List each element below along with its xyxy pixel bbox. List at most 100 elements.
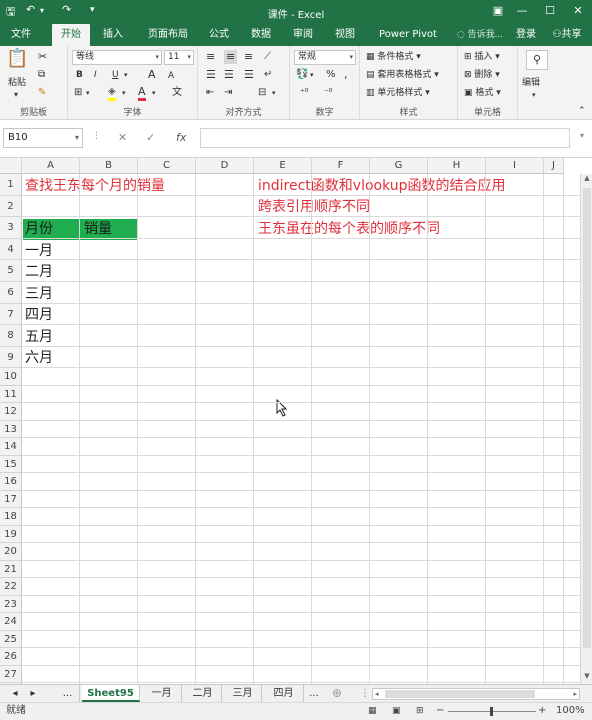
scroll-up-icon[interactable]: ▲	[582, 174, 592, 186]
align-top-icon[interactable]: ≡	[206, 50, 215, 64]
row-header-6[interactable]: 6	[0, 282, 22, 304]
align-right-icon[interactable]: ☰	[244, 68, 254, 82]
increase-decimal-icon[interactable]: ⁺⁰	[300, 86, 308, 100]
row-header-15[interactable]: 15	[0, 455, 22, 474]
sheet-more-left[interactable]: ...	[56, 685, 80, 702]
wrap-text-icon[interactable]: ↵	[264, 68, 272, 82]
percent-style-button[interactable]: %	[326, 68, 336, 82]
add-sheet-icon[interactable]: ⊕	[328, 685, 346, 702]
zoom-level[interactable]: 100%	[556, 703, 585, 719]
name-box[interactable]: B10 ▾	[3, 128, 83, 148]
row-header-7[interactable]: 7	[0, 303, 22, 326]
horizontal-scroll-thumb[interactable]	[385, 690, 535, 698]
sheet-tab-sheet95[interactable]: Sheet95	[82, 685, 140, 702]
font-color-dropdown-icon[interactable]: ▾	[152, 86, 156, 100]
zoom-slider-thumb[interactable]	[490, 707, 493, 716]
row-header-24[interactable]: 24	[0, 613, 22, 631]
cell-A6[interactable]: 三月	[25, 284, 53, 304]
page-layout-view-icon[interactable]: ▣	[392, 703, 401, 719]
cell-A4[interactable]: 一月	[25, 241, 53, 261]
cell-A9[interactable]: 六月	[25, 348, 53, 368]
orientation-icon[interactable]: ⟋	[264, 50, 271, 64]
sheet-more-right[interactable]: ...	[304, 685, 324, 702]
sheet-prev-icon[interactable]: ◂	[6, 685, 24, 702]
format-as-table-button[interactable]: ▤ 套用表格格式 ▾	[366, 68, 439, 82]
tell-me-box[interactable]: ◌ 告诉我...	[450, 24, 510, 46]
paste-dropdown-icon[interactable]: ▾	[14, 88, 18, 102]
column-header-J[interactable]: J	[544, 158, 564, 174]
worksheet-grid[interactable]: 查找王东每个月的销量 indirect函数和vlookup函数的结合应用 跨表引…	[0, 158, 592, 684]
border-dropdown-icon[interactable]: ▾	[86, 86, 90, 100]
column-header-H[interactable]: H	[428, 158, 486, 174]
tab-data[interactable]: 数据	[244, 24, 278, 46]
font-color-icon[interactable]: A	[138, 86, 146, 101]
fill-color-icon[interactable]: ◈	[108, 86, 116, 101]
border-icon[interactable]: ⊞	[74, 86, 82, 100]
sheet-tab-mar[interactable]: 三月	[224, 685, 262, 702]
phonetic-button[interactable]: 文	[172, 86, 182, 100]
decrease-decimal-icon[interactable]: ⁻⁰	[324, 86, 332, 100]
column-header-A[interactable]: A	[22, 158, 80, 174]
close-button[interactable]: ✕	[568, 2, 588, 20]
row-header-20[interactable]: 20	[0, 543, 22, 561]
expand-formula-icon[interactable]: ▾	[580, 131, 584, 140]
copy-icon[interactable]: ⧉	[38, 68, 45, 82]
row-header-27[interactable]: 27	[0, 665, 22, 684]
bold-button[interactable]: B	[76, 68, 83, 82]
column-header-E[interactable]: E	[254, 158, 312, 174]
search-icon[interactable]: ⚲	[526, 50, 548, 70]
row-header-1[interactable]: 1	[0, 174, 22, 196]
row-header-26[interactable]: 26	[0, 648, 22, 666]
row-header-11[interactable]: 11	[0, 385, 22, 404]
scroll-right-icon[interactable]: ▸	[573, 689, 577, 699]
row-header-14[interactable]: 14	[0, 438, 22, 456]
ribbon-display-options-button[interactable]: ▣	[488, 2, 508, 20]
sheet-tab-jan[interactable]: 一月	[142, 685, 182, 702]
tab-power-pivot[interactable]: Power Pivot	[372, 24, 444, 46]
align-left-icon[interactable]: ☰	[206, 68, 216, 82]
cell-E1[interactable]: indirect函数和vlookup函数的结合应用	[258, 176, 506, 196]
row-header-3[interactable]: 3	[0, 217, 22, 239]
scroll-left-icon[interactable]: ◂	[375, 689, 379, 699]
cell-E3[interactable]: 王东虽在的每个表的顺序不同	[258, 219, 440, 239]
vertical-scroll-thumb[interactable]	[583, 188, 591, 648]
cell-A5[interactable]: 二月	[25, 262, 53, 282]
sheet-next-icon[interactable]: ▸	[24, 685, 42, 702]
column-header-I[interactable]: I	[486, 158, 544, 174]
cell-B3[interactable]: 销量	[84, 219, 112, 239]
delete-cells-button[interactable]: ⊠ 删除 ▾	[464, 68, 500, 82]
cell-A3[interactable]: 月份	[25, 219, 53, 239]
editing-group[interactable]: ⚲ 编辑 ▾	[518, 46, 558, 120]
font-size-combo[interactable]: 11 ▾	[164, 50, 194, 65]
align-center-icon[interactable]: ☰	[224, 68, 234, 82]
zoom-slider[interactable]	[448, 707, 536, 716]
row-header-4[interactable]: 4	[0, 238, 22, 261]
row-header-23[interactable]: 23	[0, 595, 22, 614]
tab-file[interactable]: 文件	[4, 24, 38, 46]
zoom-in-button[interactable]: +	[538, 703, 546, 719]
row-header-16[interactable]: 16	[0, 473, 22, 491]
cut-icon[interactable]: ✂	[38, 50, 47, 64]
collapse-ribbon-icon[interactable]: ⌃	[578, 104, 586, 118]
number-format-combo[interactable]: 常规 ▾	[294, 50, 356, 65]
tab-view[interactable]: 视图	[328, 24, 362, 46]
row-header-21[interactable]: 21	[0, 560, 22, 579]
format-painter-icon[interactable]: ✎	[38, 86, 46, 100]
sheet-tab-feb[interactable]: 二月	[184, 685, 222, 702]
editing-dropdown-icon[interactable]: ▾	[532, 88, 536, 102]
scroll-down-icon[interactable]: ▼	[582, 672, 592, 684]
horizontal-scrollbar[interactable]: ◂ ▸	[372, 688, 580, 700]
fill-dropdown-icon[interactable]: ▾	[122, 86, 126, 100]
merge-center-icon[interactable]: ⊟	[258, 86, 266, 100]
select-all-corner[interactable]	[0, 158, 22, 174]
row-header-8[interactable]: 8	[0, 325, 22, 347]
italic-button[interactable]: I	[94, 68, 97, 82]
minimize-button[interactable]: —	[512, 2, 532, 20]
format-cells-button[interactable]: ▣ 格式 ▾	[464, 86, 501, 100]
underline-button[interactable]: U	[112, 68, 119, 82]
zoom-out-button[interactable]: −	[436, 703, 444, 719]
column-header-D[interactable]: D	[196, 158, 254, 174]
sheet-tab-apr[interactable]: 四月	[264, 685, 304, 702]
column-header-B[interactable]: B	[80, 158, 138, 174]
vertical-scrollbar[interactable]: ▲ ▼	[580, 174, 592, 684]
